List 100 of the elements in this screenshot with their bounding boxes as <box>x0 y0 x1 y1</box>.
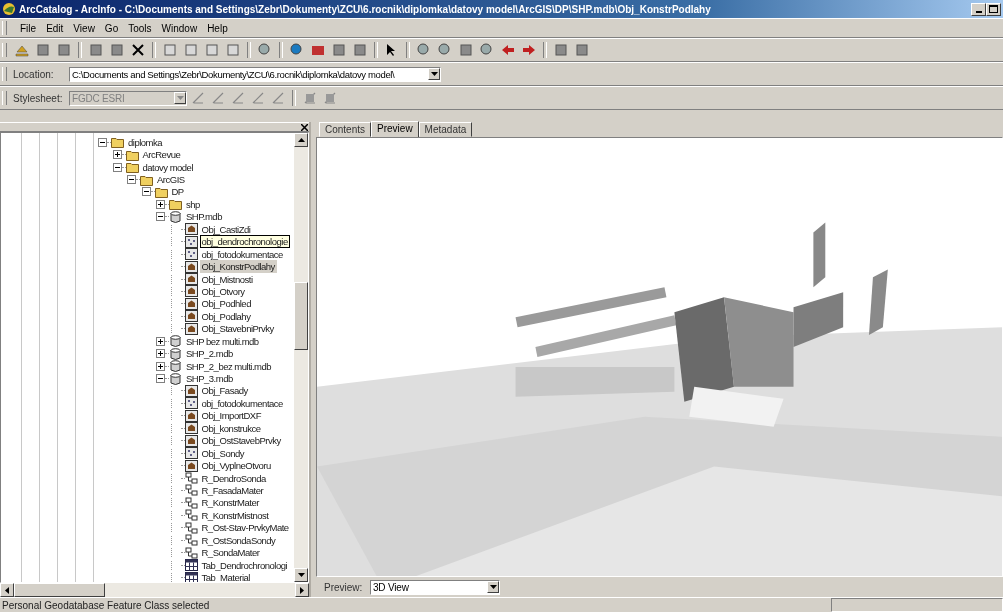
menu-item[interactable]: Help <box>206 22 229 34</box>
collapse-button[interactable] <box>156 212 165 222</box>
collapse-button[interactable] <box>127 175 136 185</box>
tree-item[interactable]: R_DendroSonda <box>199 471 268 485</box>
tab[interactable]: Preview <box>371 121 419 137</box>
tree-item[interactable]: datovy model <box>140 160 195 174</box>
tree-item[interactable]: SHP bez multi.mdb <box>184 334 261 348</box>
menu-item[interactable]: Tools <box>127 22 153 34</box>
tree-item[interactable]: obj_fotodokumentace <box>199 247 285 261</box>
location-field[interactable]: C:\Documents and Settings\Zebr\Dokumenty\ZCU\6.rocnik\diplomka\datovy model\ <box>69 66 441 82</box>
tree-item[interactable]: SHP_2.mdb <box>184 347 235 361</box>
expand-button[interactable] <box>156 349 165 359</box>
tree-item[interactable]: Obj_Otvory <box>199 284 247 298</box>
database-icon <box>169 210 182 223</box>
minimize-button[interactable] <box>971 2 986 16</box>
menu-item[interactable]: View <box>72 22 96 34</box>
tree-item[interactable]: SHP_2_bez multi.mdb <box>184 359 274 373</box>
tree-item[interactable]: Obj_OstStavebPrvky <box>199 434 283 448</box>
folder-icon <box>111 136 124 149</box>
database-icon <box>169 360 182 373</box>
tree-item[interactable]: Obj_Podlahy <box>199 309 253 323</box>
scroll-thumb[interactable] <box>294 282 308 350</box>
collapse-button[interactable] <box>112 162 122 172</box>
collapse-button[interactable] <box>156 374 165 384</box>
window-title: ArcCatalog - ArcInfo - C:\Documents and Settings\Zebr\Dokumenty\ZCU\6.rocnik\diplomka\datovy model\ArcGIS\DP\SHP.mdb\Obj_KonstrPodlahy <box>19 3 712 15</box>
tree-item[interactable]: SHP.mdb <box>184 210 224 224</box>
expand-button[interactable] <box>156 361 165 371</box>
table-icon <box>184 559 198 572</box>
folder-icon <box>140 173 153 186</box>
status-text: Personal Geodatabase Feature Class selected <box>2 599 211 611</box>
polygon-icon <box>184 422 198 435</box>
close-button[interactable] <box>299 123 309 131</box>
scroll-left-button[interactable] <box>0 583 14 597</box>
expand-button[interactable] <box>112 150 122 160</box>
tree-item[interactable]: Obj_CastiZdi <box>199 222 253 236</box>
delete-icon <box>130 42 146 58</box>
tree-item[interactable]: Obj_konstrukce <box>199 421 263 435</box>
tree-item[interactable]: Obj_Podhled <box>199 297 253 311</box>
forward-icon <box>521 42 537 58</box>
polygon-icon <box>184 384 198 397</box>
preview-label: Preview: <box>324 581 364 593</box>
plus-icon <box>157 200 164 208</box>
point-icon <box>184 397 198 410</box>
tree-item[interactable]: R_SondaMater <box>199 546 262 560</box>
tree-item[interactable]: shp <box>184 197 202 211</box>
polygon-icon <box>184 434 198 447</box>
scroll-right-button[interactable] <box>295 583 309 597</box>
preview-dropdown[interactable]: 3D View <box>370 579 500 595</box>
scroll-up-button[interactable] <box>294 133 308 147</box>
menu-item[interactable]: File <box>19 22 38 34</box>
vertical-scrollbar[interactable] <box>294 133 308 582</box>
plus-icon <box>157 350 164 358</box>
expand-button[interactable] <box>156 336 165 346</box>
tree-item[interactable]: obj_dendrochronologie <box>199 235 290 249</box>
scroll-thumb[interactable] <box>14 583 105 597</box>
menu-item[interactable]: Go <box>103 22 120 34</box>
tree-item[interactable]: Obj_Sondy <box>199 446 246 460</box>
tree-item[interactable]: R_KonstrMistnost <box>199 508 271 522</box>
scroll-down-button[interactable] <box>294 568 308 582</box>
right-arrow-icon <box>300 586 304 594</box>
tree-item[interactable]: SHP_3.mdb <box>184 372 235 386</box>
stylesheet-label: Stylesheet: <box>13 92 64 104</box>
menu-item[interactable]: Window <box>160 22 199 34</box>
folder-icon <box>125 161 139 174</box>
maximize-icon <box>989 5 998 13</box>
tree-item[interactable]: DP <box>169 185 186 199</box>
tree-item[interactable]: R_KonstrMater <box>199 496 261 510</box>
relationship-icon <box>184 509 198 522</box>
up-arrow-icon <box>297 138 305 142</box>
collapse-button[interactable] <box>98 137 107 147</box>
tree-item[interactable]: R_OstSondaSondy <box>199 533 278 547</box>
plus-icon <box>157 337 164 345</box>
expand-button[interactable] <box>156 199 165 209</box>
tree-item[interactable]: Tab_Material <box>199 571 252 582</box>
tree-item[interactable]: Obj_KonstrPodlahy <box>199 260 277 274</box>
tree-item[interactable]: Obj_Mistnosti <box>199 272 255 286</box>
left-arrow-icon <box>5 586 9 594</box>
tree-item[interactable]: ArcRevue <box>140 148 183 162</box>
tree-item[interactable]: Tab_Dendrochronologi <box>199 558 290 572</box>
database-icon <box>169 335 182 348</box>
tree-item[interactable]: diplomka <box>126 135 165 149</box>
database-icon <box>169 372 182 385</box>
point-icon <box>184 447 198 460</box>
horizontal-scrollbar[interactable] <box>0 583 309 597</box>
relationship-icon <box>184 521 198 534</box>
tree-item[interactable]: R_FasadaMater <box>199 483 266 497</box>
tree-item[interactable]: R_Ost-Stav-PrvkyMate <box>199 521 291 535</box>
collapse-button[interactable] <box>141 187 151 197</box>
tree-item[interactable]: Obj_VyplneOtvoru <box>199 459 273 473</box>
menu-item[interactable]: Edit <box>45 22 65 34</box>
tree-item[interactable]: Obj_Fasady <box>199 384 250 398</box>
maximize-button[interactable] <box>986 2 1001 16</box>
tree-item[interactable]: ArcGIS <box>155 173 187 187</box>
tab[interactable]: Metadata <box>418 122 473 137</box>
tree-item[interactable]: Obj_StavebniPrvky <box>199 322 276 336</box>
tree-item[interactable]: Obj_ImportDXF <box>199 409 263 423</box>
relationship-icon <box>184 534 198 547</box>
tree-item[interactable]: obj_fotodokumentace <box>199 396 285 410</box>
folder-icon <box>169 198 182 211</box>
app-icon <box>2 2 16 16</box>
